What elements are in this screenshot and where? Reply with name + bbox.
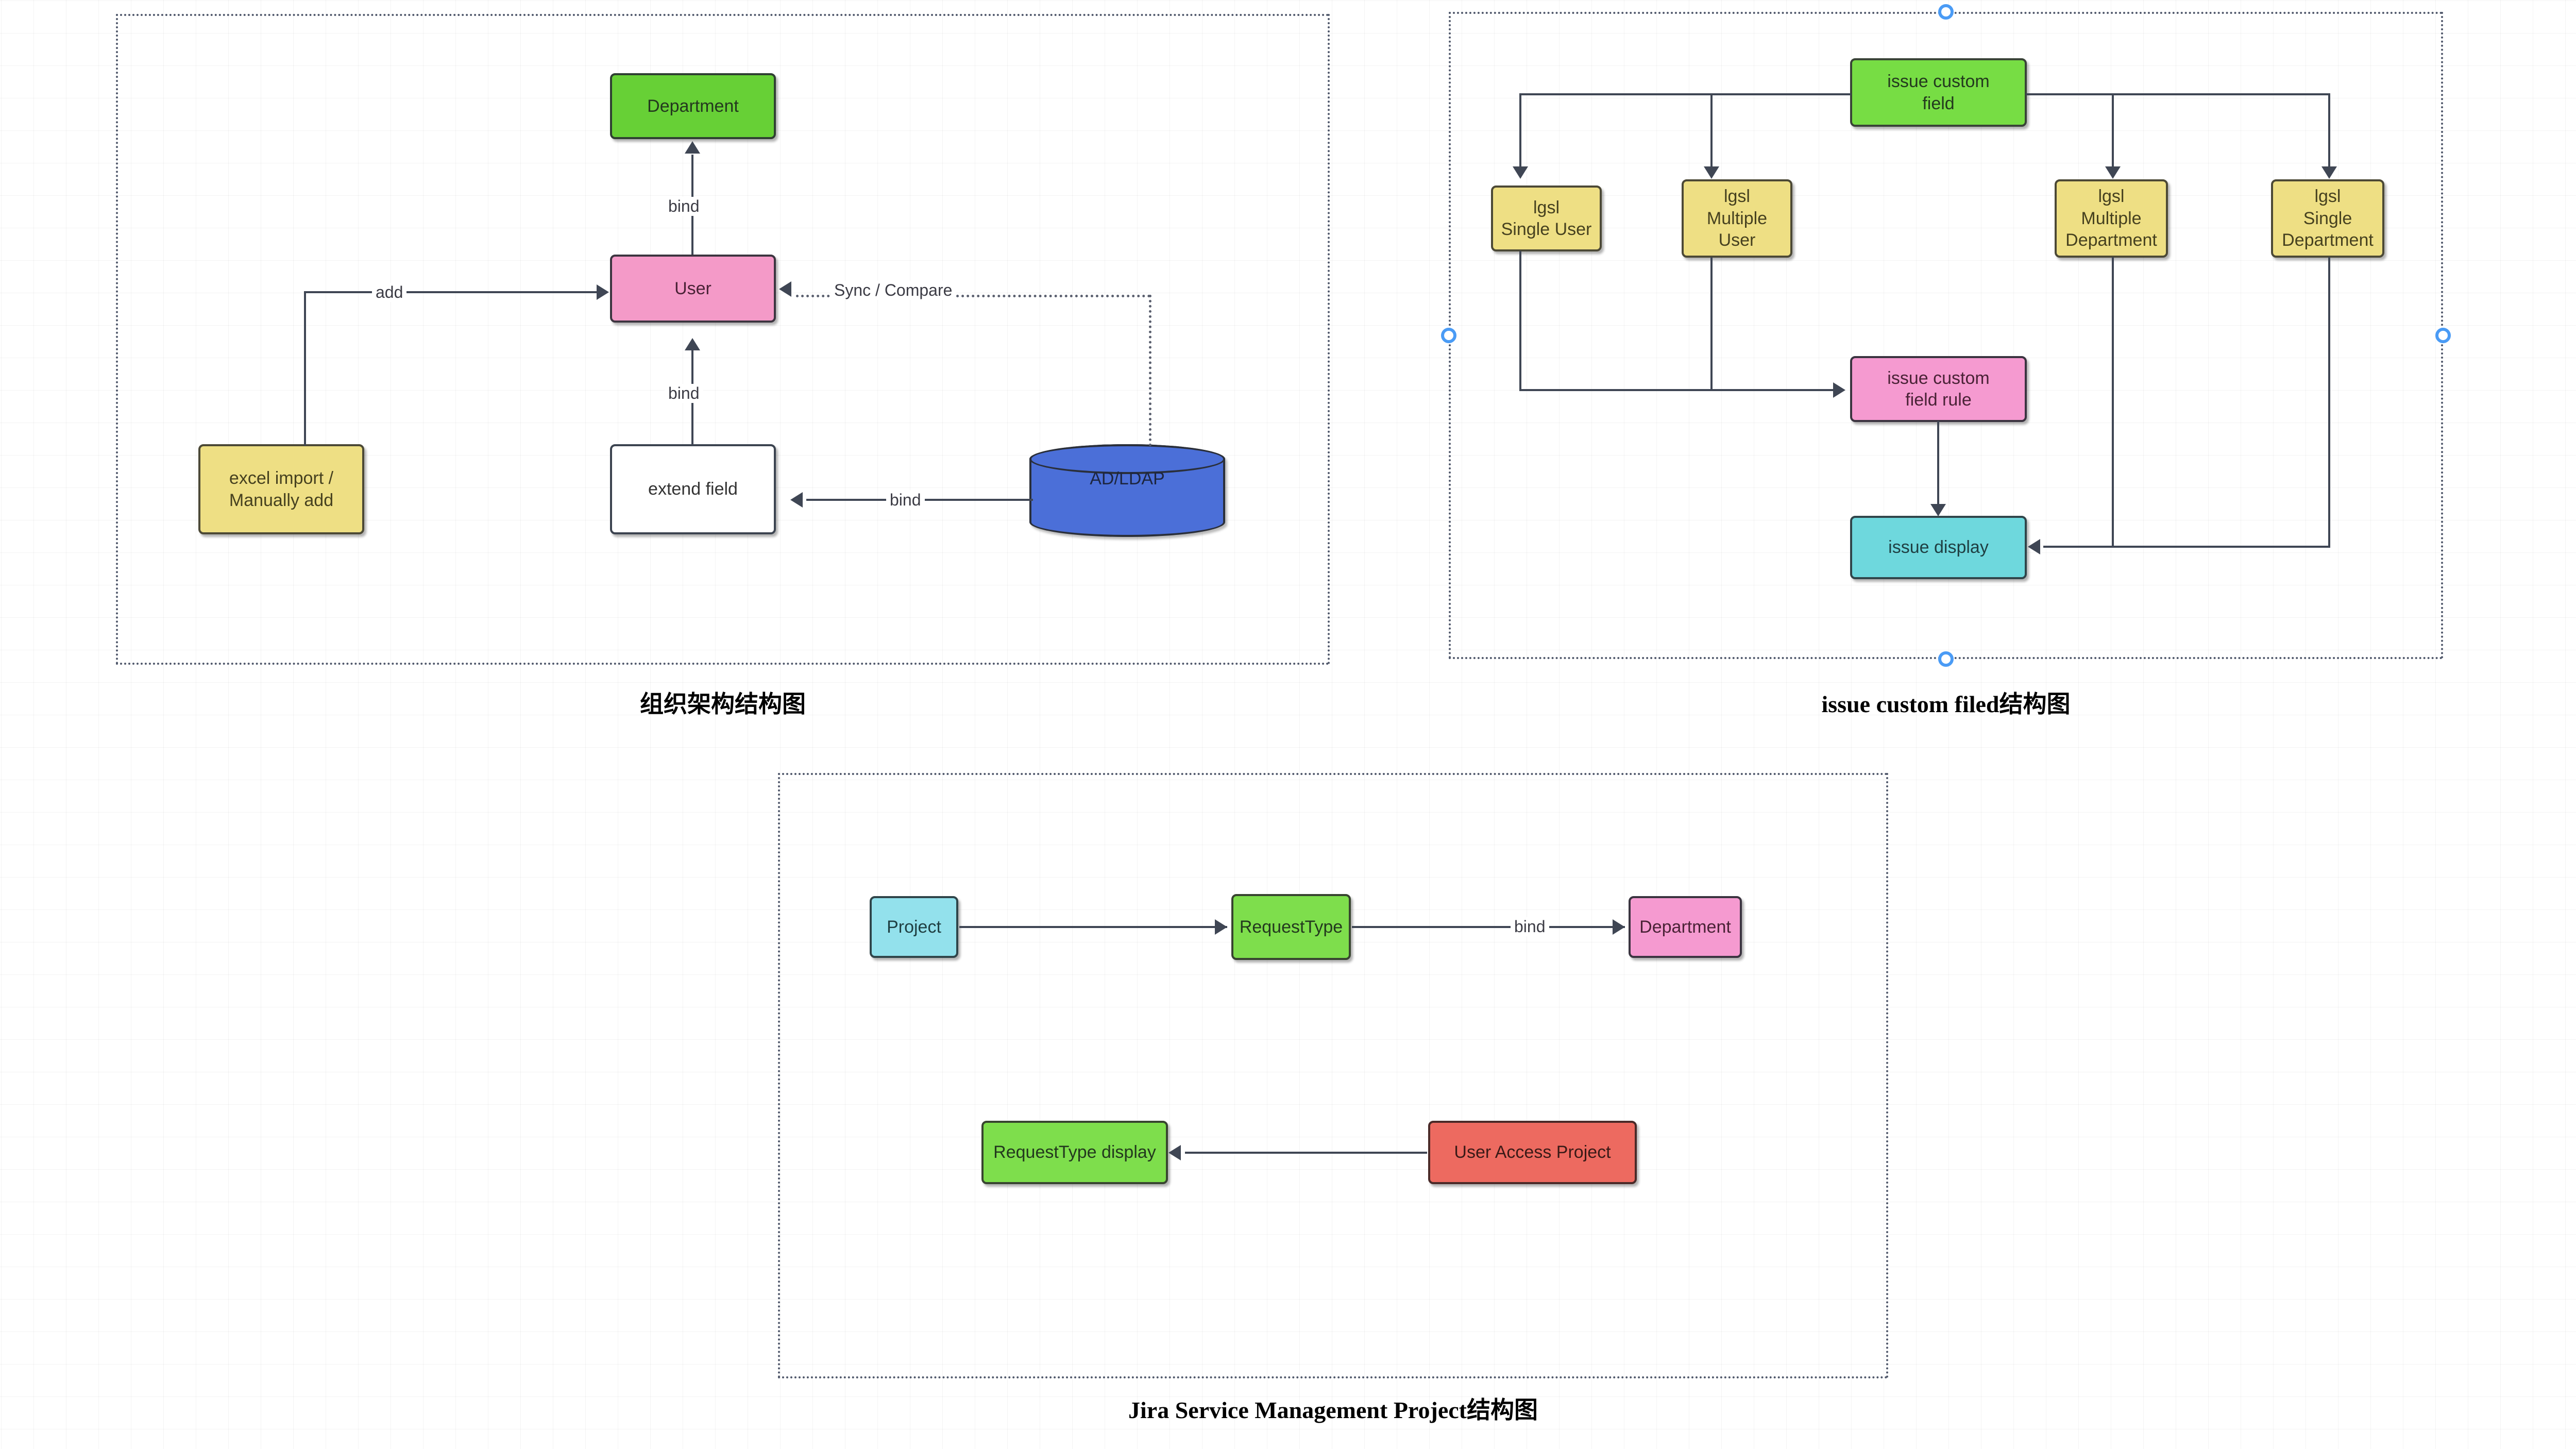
diagram-canvas: Department bind User excel import / Manu… bbox=[0, 0, 2576, 1449]
edge-bus-to-single-dept bbox=[2328, 93, 2330, 170]
resize-handle-bottom[interactable] bbox=[1938, 651, 1954, 667]
edge-add-horizontal bbox=[304, 291, 598, 293]
node-requesttype[interactable]: RequestType bbox=[1231, 894, 1351, 960]
node-user[interactable]: User bbox=[610, 255, 776, 323]
edge-label-bind-requesttype: bind bbox=[1511, 917, 1549, 936]
arrow-adldap-to-extendfield bbox=[790, 492, 803, 508]
node-issue-custom-field[interactable]: issue custom field bbox=[1850, 58, 2027, 127]
edge-bus-left bbox=[1519, 93, 1851, 95]
edge-single-user-down bbox=[1519, 251, 1521, 390]
resize-handle-left[interactable] bbox=[1441, 328, 1456, 343]
edge-single-dept-down bbox=[2328, 257, 2330, 548]
arrow-rule-to-display bbox=[1930, 504, 1946, 516]
arrow-depts-to-display bbox=[2028, 539, 2040, 554]
edge-sync-vertical bbox=[1149, 295, 1151, 446]
edge-bus-to-single-user bbox=[1519, 93, 1521, 170]
panel-frame-jira-project[interactable] bbox=[778, 773, 1888, 1378]
arrow-useraccess-to-display bbox=[1168, 1145, 1181, 1160]
node-project[interactable]: Project bbox=[870, 896, 958, 958]
resize-handle-top[interactable] bbox=[1938, 4, 1954, 20]
node-department[interactable]: Department bbox=[610, 73, 776, 139]
edge-label-add: add bbox=[372, 283, 407, 302]
edge-rule-to-display bbox=[1937, 421, 1939, 508]
edge-label-bind-extendfield: bind bbox=[665, 384, 703, 403]
arrow-requesttype-to-department bbox=[1613, 919, 1625, 935]
caption-org-structure: 组织架构结构图 bbox=[640, 691, 806, 717]
edge-add-vertical bbox=[304, 291, 306, 446]
arrow-extendfield-to-user bbox=[685, 338, 700, 350]
caption-issue-custom-field: issue custom filed结构图 bbox=[1821, 691, 2071, 717]
edge-bus-to-multiple-dept bbox=[2112, 93, 2114, 170]
arrow-project-to-requesttype bbox=[1215, 919, 1227, 935]
edge-bus-right bbox=[2026, 93, 2330, 95]
arrow-to-igsl-multiple-department bbox=[2105, 166, 2121, 179]
node-ad-ldap-label: AD/LDAP bbox=[1090, 469, 1165, 488]
resize-handle-right[interactable] bbox=[2435, 328, 2451, 343]
arrow-to-igsl-single-user bbox=[1513, 166, 1528, 179]
edge-bus-to-multiple-user bbox=[1710, 93, 1713, 170]
arrow-user-to-department bbox=[685, 141, 700, 154]
arrow-add-to-user bbox=[597, 284, 609, 300]
node-excel-import[interactable]: excel import / Manually add bbox=[198, 444, 364, 534]
edge-label-bind-department: bind bbox=[665, 197, 703, 216]
arrow-to-igsl-multiple-user bbox=[1704, 166, 1719, 179]
arrow-to-igsl-single-department bbox=[2321, 166, 2337, 179]
arrow-users-to-rule bbox=[1833, 382, 1845, 398]
edge-label-sync-compare: Sync / Compare bbox=[831, 281, 956, 300]
node-extend-field[interactable]: extend field bbox=[610, 444, 776, 534]
edge-multiple-dept-down bbox=[2112, 257, 2114, 548]
node-igsl-multiple-user[interactable]: lgsl Multiple User bbox=[1682, 179, 1792, 258]
arrow-sync-to-user bbox=[779, 281, 791, 297]
caption-jira-project: Jira Service Management Project结构图 bbox=[1128, 1397, 1538, 1423]
edge-project-to-requesttype bbox=[959, 926, 1227, 928]
edge-multiple-user-down bbox=[1710, 257, 1713, 390]
edge-useraccess-to-display bbox=[1185, 1152, 1427, 1154]
node-department-jira[interactable]: Department bbox=[1629, 896, 1742, 958]
edge-depts-to-display bbox=[2043, 546, 2330, 548]
node-igsl-single-department[interactable]: lgsl Single Department bbox=[2271, 179, 2384, 258]
edge-requesttype-to-department bbox=[1352, 926, 1625, 928]
node-requesttype-display[interactable]: RequestType display bbox=[981, 1121, 1168, 1184]
node-issue-custom-field-rule[interactable]: issue custom field rule bbox=[1850, 356, 2027, 422]
edge-label-bind-adldap: bind bbox=[886, 491, 925, 510]
edge-single-user-to-rule bbox=[1519, 389, 1844, 391]
node-igsl-single-user[interactable]: lgsl Single User bbox=[1491, 186, 1602, 251]
node-issue-display[interactable]: issue display bbox=[1850, 516, 2027, 579]
node-ad-ldap[interactable]: AD/LDAP bbox=[1029, 444, 1225, 537]
node-igsl-multiple-department[interactable]: lgsl Multiple Department bbox=[2055, 179, 2168, 258]
node-user-access-project[interactable]: User Access Project bbox=[1428, 1121, 1637, 1184]
